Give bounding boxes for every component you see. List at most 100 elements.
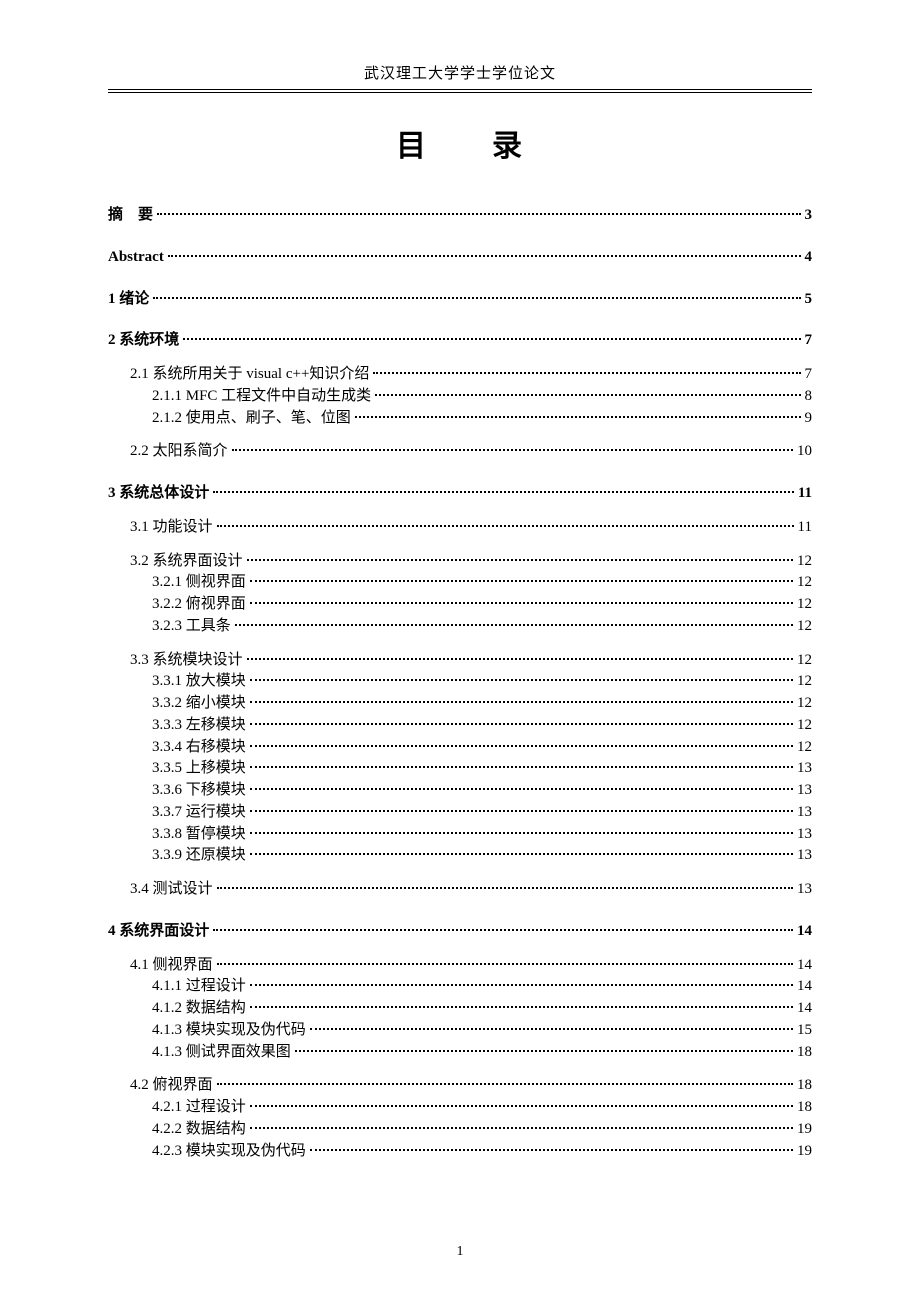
toc-gap [108, 867, 812, 879]
toc-entry-label: 2.1 系统所用关于 visual c++知识介绍 [130, 364, 371, 386]
toc-entry-page: 19 [795, 1119, 812, 1141]
toc-leader-dots [250, 853, 793, 855]
toc-entry-page: 13 [795, 824, 812, 846]
toc-entry-page: 13 [795, 758, 812, 780]
toc-group: 3 系统总体设计113.1 功能设计113.2 系统界面设计123.2.1 侧视… [108, 483, 812, 901]
toc-entry-page: 13 [795, 879, 812, 901]
toc-entry[interactable]: 3.2.3 工具条 12 [108, 616, 812, 638]
toc-entry[interactable]: 3.4 测试设计 13 [108, 879, 812, 901]
toc-entry-page: 10 [795, 441, 812, 463]
toc-entry[interactable]: 3.3.4 右移模块12 [108, 737, 812, 759]
toc-entry-label: 3.2.3 工具条 [152, 616, 233, 638]
toc-leader-dots [250, 1105, 793, 1107]
toc-entry-page: 8 [803, 386, 813, 408]
toc-entry[interactable]: 4 系统界面设计 14 [108, 921, 812, 943]
toc-entry[interactable]: 3.2.1 侧视界面12 [108, 572, 812, 594]
toc-entry-label: 3.3.6 下移模块 [152, 780, 248, 802]
toc-entry-page: 19 [795, 1141, 812, 1163]
toc-entry[interactable]: 摘 要3 [108, 205, 812, 227]
toc-leader-dots [157, 213, 800, 215]
toc-group: 1 绪论 5 [108, 289, 812, 311]
toc-leader-dots [250, 810, 793, 812]
toc-entry-page: 12 [795, 616, 812, 638]
toc-leader-dots [217, 1083, 793, 1085]
toc-entry[interactable]: 2.1 系统所用关于 visual c++知识介绍7 [108, 364, 812, 386]
toc-entry-label: 4.2.2 数据结构 [152, 1119, 248, 1141]
toc-entry-page: 14 [795, 921, 812, 943]
toc-entry-page: 12 [795, 715, 812, 737]
toc-entry-page: 12 [795, 671, 812, 693]
toc-group: Abstract4 [108, 247, 812, 269]
toc-entry-page: 13 [795, 845, 812, 867]
toc-entry[interactable]: 2.1.1 MFC 工程文件中自动生成类 8 [108, 386, 812, 408]
toc-entry[interactable]: 2.1.2 使用点、刷子、笔、位图9 [108, 408, 812, 430]
toc-leader-dots [235, 624, 793, 626]
toc-leader-dots [250, 580, 793, 582]
toc-entry-label: 4.2.1 过程设计 [152, 1097, 248, 1119]
page-number: 1 [0, 1244, 920, 1260]
toc-entry[interactable]: Abstract4 [108, 247, 812, 269]
toc-entry[interactable]: 3.3.5 上移模块13 [108, 758, 812, 780]
toc-entry-label: 4 系统界面设计 [108, 921, 211, 943]
toc-leader-dots [247, 559, 793, 561]
toc-leader-dots [250, 723, 793, 725]
toc-entry-page: 12 [795, 650, 812, 672]
toc-group: 4 系统界面设计 14 4.1 侧视界面144.1.1 过程设计144.1.2 数据… [108, 921, 812, 1163]
header-rule [108, 92, 812, 93]
toc-entry[interactable]: 3.1 功能设计11 [108, 517, 812, 539]
toc-entry-label: 1 绪论 [108, 289, 151, 311]
toc-entry[interactable]: 3.3.2 缩小模块12 [108, 693, 812, 715]
toc-entry[interactable]: 2 系统环境7 [108, 330, 812, 352]
toc-entry[interactable]: 3.3 系统模块设计12 [108, 650, 812, 672]
toc-group: 摘 要3 [108, 205, 812, 227]
toc-leader-dots [375, 394, 800, 396]
toc-entry[interactable]: 3.2 系统界面设计12 [108, 551, 812, 573]
toc-entry[interactable]: 3.3.9 还原模块13 [108, 845, 812, 867]
toc-entry-page: 7 [803, 330, 813, 352]
toc-entry-label: 3.3.4 右移模块 [152, 737, 248, 759]
toc-entry-label: 2.1.1 MFC 工程文件中自动生成类 [152, 386, 373, 408]
toc-entry[interactable]: 4.2 俯视界面18 [108, 1075, 812, 1097]
toc-entry-label: 2.2 太阳系简介 [130, 441, 230, 463]
toc-entry[interactable]: 1 绪论 5 [108, 289, 812, 311]
toc-entry-page: 11 [796, 483, 812, 505]
toc-entry[interactable]: 3 系统总体设计11 [108, 483, 812, 505]
toc-leader-dots [153, 297, 800, 299]
toc-gap [108, 539, 812, 551]
toc-gap [108, 429, 812, 441]
toc-entry[interactable]: 4.2.1 过程设计18 [108, 1097, 812, 1119]
toc-entry-page: 12 [795, 594, 812, 616]
toc-entry-label: 3.2 系统界面设计 [130, 551, 245, 573]
toc-leader-dots [250, 701, 793, 703]
toc-entry-page: 5 [803, 289, 813, 311]
toc-entry-page: 18 [795, 1042, 812, 1064]
toc-leader-dots [250, 679, 793, 681]
toc-entry[interactable]: 3.3.7 运行模块13 [108, 802, 812, 824]
toc-leader-dots [217, 525, 794, 527]
toc-group: 2 系统环境72.1 系统所用关于 visual c++知识介绍72.1.1 M… [108, 330, 812, 463]
toc-entry[interactable]: 3.3.8 暂停模块13 [108, 824, 812, 846]
toc-entry[interactable]: 3.3.1 放大模块12 [108, 671, 812, 693]
toc-entry-page: 4 [803, 247, 813, 269]
toc-entry[interactable]: 2.2 太阳系简介 10 [108, 441, 812, 463]
toc-entry[interactable]: 3.2.2 俯视界面 12 [108, 594, 812, 616]
toc-entry-page: 3 [803, 205, 813, 227]
toc-entry[interactable]: 4.1.3 模块实现及伪代码15 [108, 1020, 812, 1042]
toc-entry[interactable]: 3.3.3 左移模块 12 [108, 715, 812, 737]
toc-entry-label: 3.3.2 缩小模块 [152, 693, 248, 715]
toc-entry-label: 3.3.3 左移模块 [152, 715, 248, 737]
toc-entry-page: 15 [795, 1020, 812, 1042]
toc-leader-dots [250, 1006, 793, 1008]
toc-entry-label: 3.2.2 俯视界面 [152, 594, 248, 616]
toc-entry[interactable]: 4.1.3 侧试界面效果图18 [108, 1042, 812, 1064]
toc-entry-label: 3.4 测试设计 [130, 879, 215, 901]
toc-entry[interactable]: 3.3.6 下移模块13 [108, 780, 812, 802]
toc-entry[interactable]: 4.1.1 过程设计14 [108, 976, 812, 998]
toc-entry-page: 11 [796, 517, 812, 539]
toc-entry[interactable]: 4.1.2 数据结构14 [108, 998, 812, 1020]
toc-entry[interactable]: 4.1 侧视界面14 [108, 955, 812, 977]
toc-leader-dots [217, 963, 793, 965]
toc-entry-page: 13 [795, 802, 812, 824]
toc-entry[interactable]: 4.2.2 数据结构 19 [108, 1119, 812, 1141]
toc-entry[interactable]: 4.2.3 模块实现及伪代码19 [108, 1141, 812, 1163]
